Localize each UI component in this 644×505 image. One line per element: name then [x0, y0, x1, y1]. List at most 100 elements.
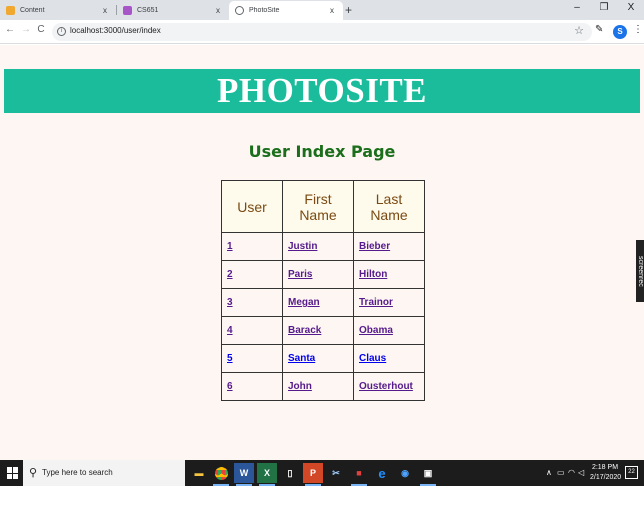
user-id-cell: 1: [221, 232, 283, 261]
windows-taskbar: ⚲ Type here to search ▬ W X ▯ P ✂ ■ e ◉ …: [0, 460, 644, 486]
last-name-cell: Hilton: [353, 260, 425, 289]
maximize-button[interactable]: ❐: [597, 2, 611, 13]
notepad-icon[interactable]: ▯: [280, 463, 300, 483]
tab-title: CS651: [137, 7, 159, 14]
tab-content[interactable]: Content x: [0, 1, 116, 20]
user-id-link[interactable]: 6: [227, 381, 233, 392]
page-title: User Index Page: [248, 142, 396, 161]
last-name-link[interactable]: Ousterhout: [359, 381, 413, 392]
file-explorer-icon[interactable]: ▬: [189, 463, 209, 483]
info-icon[interactable]: i: [57, 27, 66, 36]
screenrec-widget[interactable]: screenrec: [636, 240, 644, 302]
tab-cs651[interactable]: CS651 x: [117, 1, 229, 20]
last-name-cell: Trainor: [353, 288, 425, 317]
profile-avatar[interactable]: S: [613, 25, 627, 39]
first-name-cell: Santa: [282, 344, 354, 373]
user-id-link[interactable]: 5: [227, 353, 233, 364]
last-name-link[interactable]: Obama: [359, 325, 393, 336]
reload-button[interactable]: C: [35, 24, 47, 35]
word-icon[interactable]: W: [234, 463, 254, 486]
extension-pen-icon[interactable]: ✎: [595, 24, 603, 35]
globe-icon: [235, 6, 244, 15]
app-circle-icon[interactable]: ◉: [395, 463, 415, 483]
new-tab-button[interactable]: +: [345, 3, 352, 17]
search-icon: ⚲: [29, 467, 38, 479]
first-name-cell: Paris: [282, 260, 354, 289]
address-bar[interactable]: i localhost:3000/user/index ☆: [52, 23, 592, 41]
last-name-cell: Claus: [353, 344, 425, 373]
wifi-icon[interactable]: ◠: [568, 468, 575, 477]
terminal-icon[interactable]: ▣: [418, 463, 438, 486]
document-icon: [6, 6, 15, 15]
powerpoint-icon[interactable]: P: [303, 463, 323, 486]
first-name-link[interactable]: Paris: [288, 269, 312, 280]
taskbar-search-placeholder: Type here to search: [42, 468, 113, 477]
close-icon[interactable]: x: [327, 6, 337, 15]
menu-kebab-icon[interactable]: ⋮: [633, 24, 643, 35]
user-id-link[interactable]: 2: [227, 269, 233, 280]
first-name-link[interactable]: Barack: [288, 325, 321, 336]
taskbar-search-box[interactable]: ⚲ Type here to search: [23, 460, 185, 486]
back-button[interactable]: ←: [4, 24, 16, 35]
column-header-first-name: First Name: [282, 180, 354, 233]
browser-tab-strip: Content x CS651 x PhotoSite x + – ❐ X: [0, 0, 644, 20]
bottom-margin: [0, 486, 644, 505]
snipping-tool-icon[interactable]: ✂: [326, 463, 346, 483]
table-row: 2 Paris Hilton: [221, 260, 425, 289]
last-name-cell: Ousterhout: [353, 372, 425, 401]
clock-date: 2/17/2020: [590, 474, 622, 481]
table-row: 4 Barack Obama: [221, 316, 425, 345]
url-text[interactable]: localhost:3000/user/index: [70, 26, 161, 35]
user-id-cell: 6: [221, 372, 283, 401]
last-name-link[interactable]: Claus: [359, 353, 386, 364]
first-name-cell: Barack: [282, 316, 354, 345]
user-id-cell: 3: [221, 288, 283, 317]
page-viewport: PHOTOSITE User Index Page User First Nam…: [0, 45, 644, 460]
table-row: 5 Santa Claus: [221, 344, 425, 373]
tab-title: Content: [20, 7, 45, 14]
notification-center-icon[interactable]: 22: [625, 466, 638, 479]
last-name-link[interactable]: Hilton: [359, 269, 387, 280]
first-name-link[interactable]: John: [288, 381, 312, 392]
close-icon[interactable]: x: [213, 6, 223, 15]
first-name-link[interactable]: Justin: [288, 241, 317, 252]
first-name-cell: Justin: [282, 232, 354, 261]
clock-time: 2:18 PM: [591, 464, 619, 471]
screen-recorder-icon[interactable]: ■: [349, 463, 369, 486]
first-name-cell: Megan: [282, 288, 354, 317]
user-id-cell: 4: [221, 316, 283, 345]
table-row: 1 Justin Bieber: [221, 232, 425, 261]
windows-start-icon[interactable]: [7, 467, 19, 479]
column-header-last-name: Last Name: [353, 180, 425, 233]
taskbar-clock[interactable]: 2:18 PM 2/17/2020: [590, 463, 622, 483]
table-row: 6 John Ousterhout: [221, 372, 425, 401]
volume-icon[interactable]: ◁: [578, 468, 584, 477]
table-row: 3 Megan Trainor: [221, 288, 425, 317]
tab-title: PhotoSite: [249, 7, 280, 14]
users-table: User First Name Last Name 1 Justin Biebe…: [221, 180, 425, 401]
user-id-link[interactable]: 4: [227, 325, 233, 336]
battery-icon[interactable]: ▭: [557, 468, 565, 477]
minimize-button[interactable]: –: [570, 2, 584, 13]
user-id-link[interactable]: 1: [227, 241, 233, 252]
edge-icon[interactable]: e: [372, 463, 392, 483]
excel-icon[interactable]: X: [257, 463, 277, 486]
chrome-icon[interactable]: [211, 463, 231, 486]
user-id-link[interactable]: 3: [227, 297, 233, 308]
tab-photosite[interactable]: PhotoSite x: [229, 1, 343, 20]
user-id-cell: 2: [221, 260, 283, 289]
last-name-link[interactable]: Bieber: [359, 241, 390, 252]
table-header-row: User First Name Last Name: [221, 180, 425, 233]
site-title: PHOTOSITE: [216, 71, 428, 110]
first-name-link[interactable]: Santa: [288, 353, 315, 364]
bookmark-star-icon[interactable]: ☆: [574, 24, 584, 37]
forward-button[interactable]: →: [20, 24, 32, 35]
close-icon[interactable]: x: [100, 6, 110, 15]
close-window-button[interactable]: X: [624, 2, 638, 13]
user-id-cell: 5: [221, 344, 283, 373]
tray-chevron-icon[interactable]: ∧: [546, 468, 552, 477]
first-name-cell: John: [282, 372, 354, 401]
last-name-link[interactable]: Trainor: [359, 297, 393, 308]
first-name-link[interactable]: Megan: [288, 297, 320, 308]
course-icon: [123, 6, 132, 15]
